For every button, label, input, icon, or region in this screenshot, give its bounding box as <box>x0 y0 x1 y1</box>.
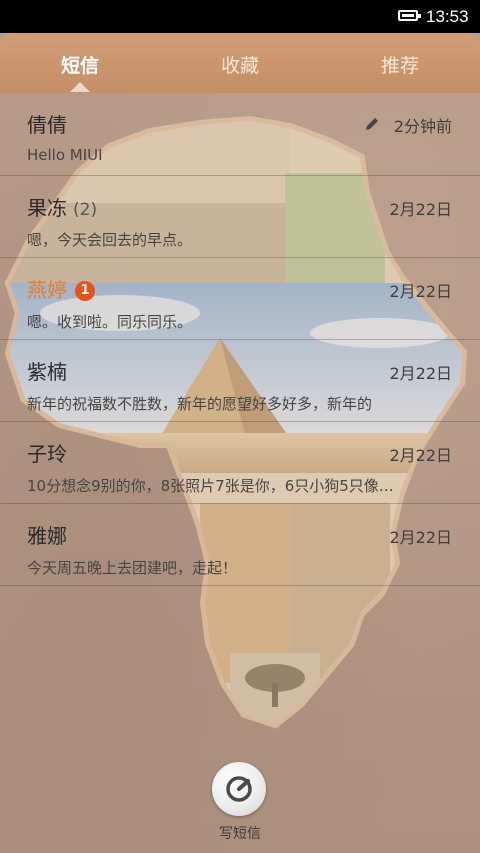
contact-name: 子玲 <box>27 442 67 466</box>
battery-icon <box>398 10 421 21</box>
draft-pencil-icon <box>366 118 378 130</box>
contact-name: 雅娜 <box>27 524 67 548</box>
conversation-list: 倩倩 2分钟前 Hello MIUI 果冻 (2) 2月22日 嗯，今天会回去的早… <box>0 93 480 586</box>
compose-label: 写短信 <box>219 826 261 842</box>
message-time: 2月22日 <box>389 364 452 383</box>
message-time: 2月22日 <box>389 528 452 547</box>
conversation-row[interactable]: 燕婷 1 2月22日 嗯。收到啦。同乐同乐。 <box>0 258 480 340</box>
conversation-row[interactable]: 倩倩 2分钟前 Hello MIUI <box>0 93 480 176</box>
message-preview: Hello MIUI <box>27 146 103 164</box>
message-time: 2月22日 <box>389 200 452 219</box>
compose-icon <box>226 776 252 802</box>
conversation-row[interactable]: 果冻 (2) 2月22日 嗯，今天会回去的早点。 <box>0 176 480 258</box>
message-preview: 新年的祝福数不胜数，新年的愿望好多好多，新年的 <box>27 395 373 413</box>
contact-name: 燕婷 1 <box>27 274 95 303</box>
contact-name: 倩倩 <box>27 113 67 137</box>
message-preview: 今天周五晚上去团建吧，走起！ <box>27 559 238 577</box>
active-tab-indicator <box>70 82 90 92</box>
tab-recommended[interactable]: 推荐 <box>340 51 460 77</box>
conversation-row[interactable]: 雅娜 2月22日 今天周五晚上去团建吧，走起！ <box>0 504 480 586</box>
status-time: 13:53 <box>426 7 469 26</box>
message-time: 2月22日 <box>389 446 452 465</box>
unread-badge: 1 <box>75 281 95 301</box>
status-bar: 13:53 <box>0 0 480 33</box>
message-count: (2) <box>73 200 98 220</box>
message-preview: 10分想念9别的你，8张照片7张是你，6只小狗5只像… <box>27 477 394 495</box>
tab-favorites[interactable]: 收藏 <box>180 51 300 77</box>
compose-button[interactable] <box>212 762 266 816</box>
message-preview: 嗯。收到啦。同乐同乐。 <box>27 313 193 331</box>
contact-name: 果冻 (2) <box>27 196 98 220</box>
message-preview: 嗯，今天会回去的早点。 <box>27 231 193 249</box>
contact-name: 紫楠 <box>27 360 67 384</box>
message-time: 2月22日 <box>389 282 452 301</box>
conversation-row[interactable]: 紫楠 2月22日 新年的祝福数不胜数，新年的愿望好多好多，新年的 <box>0 340 480 422</box>
tab-sms[interactable]: 短信 <box>20 51 140 77</box>
conversation-row[interactable]: 子玲 2月22日 10分想念9别的你，8张照片7张是你，6只小狗5只像… <box>0 422 480 504</box>
message-time: 2分钟前 <box>393 117 452 136</box>
